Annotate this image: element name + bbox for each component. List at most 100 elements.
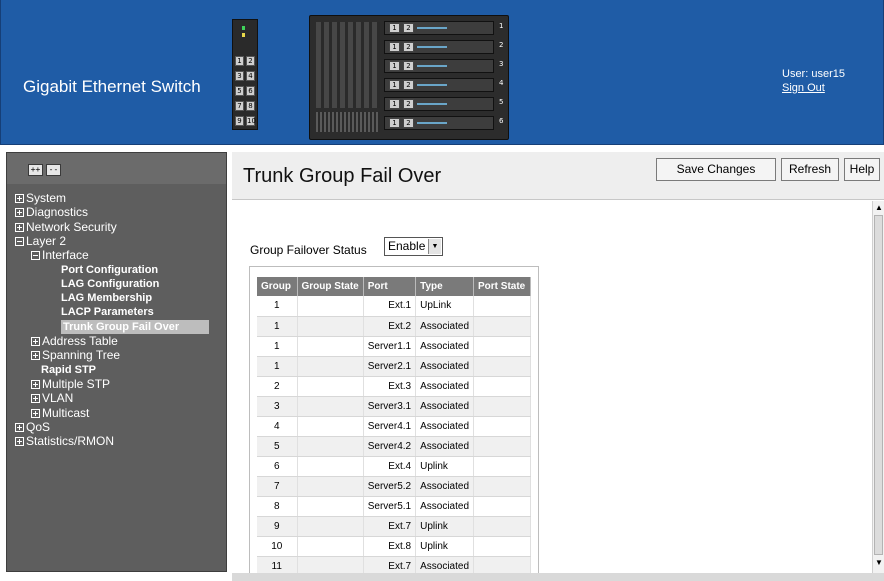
sidebar-item-qos[interactable]: QoS <box>15 420 50 434</box>
cell-group: 11 <box>257 556 298 573</box>
sidebar-item-diagnostics[interactable]: Diagnostics <box>15 205 88 219</box>
sidebar-item-label: LACP Parameters <box>61 306 154 318</box>
cell-port-state <box>473 536 531 557</box>
switch-port-8: 8 <box>246 101 255 111</box>
expand-plus-icon[interactable] <box>31 409 40 418</box>
sign-out-link[interactable]: Sign Out <box>782 82 845 94</box>
cell-port-state <box>473 316 531 337</box>
sidebar-item-label: VLAN <box>42 391 74 405</box>
switch-port-10: 10 <box>246 116 256 126</box>
sidebar-toolbar: ++ -- <box>7 153 226 184</box>
cell-port-state <box>473 416 531 437</box>
table-row: 9 Ext.7 Uplink <box>257 516 531 537</box>
vertical-scrollbar[interactable]: ▲ ▼ <box>872 201 884 573</box>
bay-port-1: 1 <box>389 80 400 90</box>
expand-plus-icon[interactable] <box>31 351 40 360</box>
bay-indicator <box>417 103 447 105</box>
sidebar-item-lag-configuration[interactable]: LAG Configuration <box>61 277 159 291</box>
cell-group: 1 <box>257 336 298 357</box>
scroll-down-icon[interactable]: ▼ <box>875 558 883 568</box>
expand-plus-icon[interactable] <box>15 194 24 203</box>
collapse-all-button[interactable]: -- <box>46 164 61 176</box>
bay-indicator <box>417 46 447 48</box>
expand-plus-icon[interactable] <box>31 337 40 346</box>
failover-status-label: Group Failover Status <box>250 243 367 257</box>
scroll-up-icon[interactable]: ▲ <box>875 203 883 213</box>
cell-group-state <box>297 516 364 537</box>
cell-port: Server5.1 <box>363 496 417 517</box>
help-button[interactable]: Help <box>844 158 880 181</box>
sidebar-item-network-security[interactable]: Network Security <box>15 220 117 234</box>
cell-port-state <box>473 516 531 537</box>
table-row: 4 Server4.1 Associated <box>257 416 531 437</box>
bay-port-2: 2 <box>403 23 414 33</box>
sidebar-item-label: Statistics/RMON <box>26 434 115 448</box>
sidebar-item-label: QoS <box>26 420 51 434</box>
sidebar-item-system[interactable]: System <box>15 191 66 205</box>
switch-port-4: 4 <box>246 71 255 81</box>
expand-plus-icon[interactable] <box>15 423 24 432</box>
app-title: Gigabit Ethernet Switch <box>23 77 201 96</box>
sidebar-item-label: Diagnostics <box>26 205 89 219</box>
failover-status-select[interactable]: Enable ▼ <box>384 237 443 256</box>
cell-type: Associated <box>415 436 475 457</box>
sidebar-item-lacp-parameters[interactable]: LACP Parameters <box>61 305 154 319</box>
table-row: 3 Server3.1 Associated <box>257 396 531 417</box>
cell-port: Ext.7 <box>363 516 417 537</box>
refresh-button[interactable]: Refresh <box>781 158 839 181</box>
bay-number-2: 2 <box>499 41 504 49</box>
sidebar-item-rapid-stp[interactable]: Rapid STP <box>41 363 96 377</box>
cell-port-state <box>473 356 531 377</box>
bay-port-1: 1 <box>389 61 400 71</box>
cell-type: Uplink <box>415 456 475 477</box>
cell-port-state <box>473 556 531 573</box>
sidebar-item-layer-2[interactable]: Layer 2 <box>15 234 66 248</box>
expand-plus-icon[interactable] <box>15 208 24 217</box>
sidebar-item-lag-membership[interactable]: LAG Membership <box>61 291 152 305</box>
cell-group-state <box>297 416 364 437</box>
bay-indicator <box>417 27 447 29</box>
save-changes-button[interactable]: Save Changes <box>656 158 776 181</box>
sidebar-item-interface[interactable]: Interface <box>31 248 89 262</box>
table-row: 11 Ext.7 Associated <box>257 556 531 573</box>
cell-port: Ext.1 <box>363 296 417 317</box>
column-header-type: Type <box>415 277 475 296</box>
cell-port-state <box>473 376 531 397</box>
cell-port-state <box>473 496 531 517</box>
expand-plus-icon[interactable] <box>31 380 40 389</box>
cell-group: 3 <box>257 396 298 417</box>
column-header-group-state: Group State <box>297 277 364 296</box>
expand-plus-icon[interactable] <box>31 394 40 403</box>
collapse-minus-icon[interactable] <box>31 251 40 260</box>
cell-group-state <box>297 336 364 357</box>
cell-type: Associated <box>415 356 475 377</box>
cell-type: Associated <box>415 336 475 357</box>
table-row: 1 Server1.1 Associated <box>257 336 531 357</box>
sidebar-item-spanning-tree[interactable]: Spanning Tree <box>31 348 120 362</box>
page-title: Trunk Group Fail Over <box>243 165 442 187</box>
sidebar-item-address-table[interactable]: Address Table <box>31 334 118 348</box>
sidebar-item-port-configuration[interactable]: Port Configuration <box>61 263 158 277</box>
sidebar-item-multicast[interactable]: Multicast <box>31 406 89 420</box>
sidebar-item-label: Rapid STP <box>41 364 97 376</box>
bay-port-2: 2 <box>403 118 414 128</box>
scrollbar-thumb[interactable] <box>874 215 883 555</box>
trunk-group-table: Group Group State Port Type Port State 1… <box>257 277 531 573</box>
sidebar-item-trunk-group-fail-over[interactable]: Trunk Group Fail Over <box>61 320 209 334</box>
table-row: 1 Ext.1 UpLink <box>257 296 531 317</box>
table-row: 5 Server4.2 Associated <box>257 436 531 457</box>
sidebar-item-statistics-rmon[interactable]: Statistics/RMON <box>15 434 114 448</box>
expand-plus-icon[interactable] <box>15 437 24 446</box>
cell-group: 1 <box>257 356 298 377</box>
expand-all-button[interactable]: ++ <box>28 164 43 176</box>
sidebar-item-multiple-stp[interactable]: Multiple STP <box>31 377 110 391</box>
chassis-bay-2: 1 2 <box>384 40 494 54</box>
blade-chassis-image: 1 2 1 2 1 2 1 2 1 2 1 2 1 2 3 4 5 6 <box>309 15 509 140</box>
chassis-bay-5: 1 2 <box>384 97 494 111</box>
cell-port: Server4.2 <box>363 436 417 457</box>
cell-type: Uplink <box>415 536 475 557</box>
collapse-minus-icon[interactable] <box>15 237 24 246</box>
expand-plus-icon[interactable] <box>15 223 24 232</box>
sidebar-item-vlan[interactable]: VLAN <box>31 391 73 405</box>
sidebar-item-label: Trunk Group Fail Over <box>63 321 180 333</box>
